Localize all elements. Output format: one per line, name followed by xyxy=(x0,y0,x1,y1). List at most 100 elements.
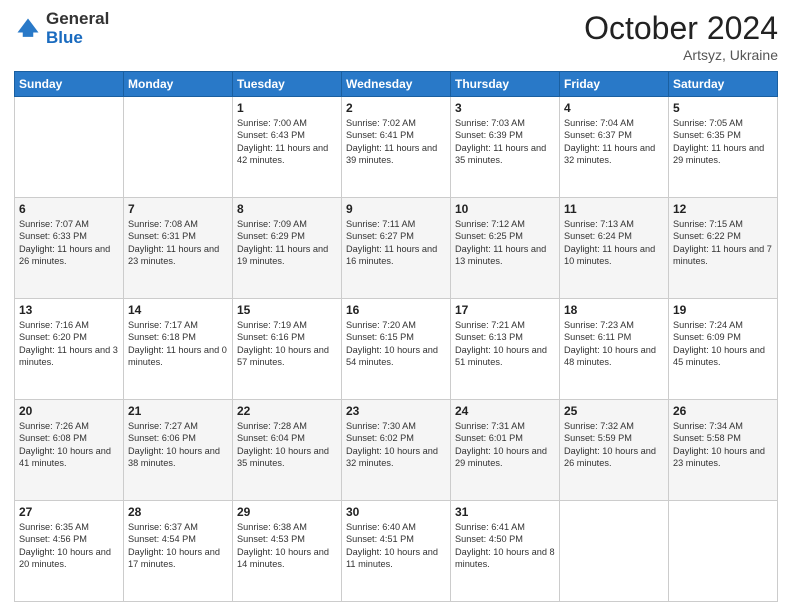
logo-text: General Blue xyxy=(46,10,109,47)
cell-5-6 xyxy=(560,501,669,602)
cell-info: Sunrise: 7:32 AM Sunset: 5:59 PM Dayligh… xyxy=(564,420,664,470)
cell-4-5: 24Sunrise: 7:31 AM Sunset: 6:01 PM Dayli… xyxy=(451,400,560,501)
cell-info: Sunrise: 7:28 AM Sunset: 6:04 PM Dayligh… xyxy=(237,420,337,470)
cell-info: Sunrise: 7:19 AM Sunset: 6:16 PM Dayligh… xyxy=(237,319,337,369)
cell-info: Sunrise: 6:35 AM Sunset: 4:56 PM Dayligh… xyxy=(19,521,119,571)
day-number: 26 xyxy=(673,404,773,418)
cell-info: Sunrise: 6:38 AM Sunset: 4:53 PM Dayligh… xyxy=(237,521,337,571)
cell-5-4: 30 Sunrise: 6:40 AM Sunset: 4:51 PM Dayli… xyxy=(342,501,451,602)
cell-info: Sunrise: 7:07 AM Sunset: 6:33 PM Dayligh… xyxy=(19,218,119,268)
cell-info: Sunrise: 7:04 AM Sunset: 6:37 PM Dayligh… xyxy=(564,117,664,167)
cell-1-7: 5 Sunrise: 7:05 AM Sunset: 6:35 PM Daylig… xyxy=(669,97,778,198)
cell-2-6: 11Sunrise: 7:13 AM Sunset: 6:24 PM Dayli… xyxy=(560,198,669,299)
day-number: 19 xyxy=(673,303,773,317)
logo-blue-text: Blue xyxy=(46,29,109,48)
cell-info: Sunrise: 6:40 AM Sunset: 4:51 PM Dayligh… xyxy=(346,521,446,571)
cell-info: Sunrise: 7:15 AM Sunset: 6:22 PM Dayligh… xyxy=(673,218,773,268)
cell-info: Sunrise: 7:03 AM Sunset: 6:39 PM Dayligh… xyxy=(455,117,555,167)
week-row-1: 1 Sunrise: 7:00 AM Sunset: 6:43 PM Daylig… xyxy=(15,97,778,198)
day-number: 1 xyxy=(237,101,337,115)
calendar-body: 1 Sunrise: 7:00 AM Sunset: 6:43 PM Daylig… xyxy=(15,97,778,602)
cell-info: Sunrise: 7:20 AM Sunset: 6:15 PM Dayligh… xyxy=(346,319,446,369)
day-number: 16 xyxy=(346,303,446,317)
day-number: 31 xyxy=(455,505,555,519)
cell-info: Sunrise: 7:02 AM Sunset: 6:41 PM Dayligh… xyxy=(346,117,446,167)
cell-1-2 xyxy=(124,97,233,198)
cell-2-2: 7 Sunrise: 7:08 AM Sunset: 6:31 PM Daylig… xyxy=(124,198,233,299)
logo-icon xyxy=(14,15,42,43)
cell-info: Sunrise: 7:17 AM Sunset: 6:18 PM Dayligh… xyxy=(128,319,228,369)
day-number: 6 xyxy=(19,202,119,216)
cell-3-5: 17Sunrise: 7:21 AM Sunset: 6:13 PM Dayli… xyxy=(451,299,560,400)
cell-3-4: 16 Sunrise: 7:20 AM Sunset: 6:15 PM Dayli… xyxy=(342,299,451,400)
day-number: 8 xyxy=(237,202,337,216)
cell-2-1: 6 Sunrise: 7:07 AM Sunset: 6:33 PM Daylig… xyxy=(15,198,124,299)
cell-3-3: 15 Sunrise: 7:19 AM Sunset: 6:16 PM Dayli… xyxy=(233,299,342,400)
col-wednesday: Wednesday xyxy=(342,72,451,97)
day-number: 17 xyxy=(455,303,555,317)
day-number: 25 xyxy=(564,404,664,418)
day-number: 21 xyxy=(128,404,228,418)
week-row-3: 13Sunrise: 7:16 AM Sunset: 6:20 PM Dayli… xyxy=(15,299,778,400)
cell-3-6: 18 Sunrise: 7:23 AM Sunset: 6:11 PM Dayli… xyxy=(560,299,669,400)
cell-info: Sunrise: 7:23 AM Sunset: 6:11 PM Dayligh… xyxy=(564,319,664,369)
cell-info: Sunrise: 7:08 AM Sunset: 6:31 PM Dayligh… xyxy=(128,218,228,268)
day-number: 10 xyxy=(455,202,555,216)
col-saturday: Saturday xyxy=(669,72,778,97)
col-monday: Monday xyxy=(124,72,233,97)
cell-3-1: 13Sunrise: 7:16 AM Sunset: 6:20 PM Dayli… xyxy=(15,299,124,400)
day-number: 2 xyxy=(346,101,446,115)
page: General Blue October 2024 Artsyz, Ukrain… xyxy=(0,0,792,612)
cell-4-3: 22 Sunrise: 7:28 AM Sunset: 6:04 PM Dayli… xyxy=(233,400,342,501)
cell-2-7: 12 Sunrise: 7:15 AM Sunset: 6:22 PM Dayli… xyxy=(669,198,778,299)
cell-2-5: 10 Sunrise: 7:12 AM Sunset: 6:25 PM Dayli… xyxy=(451,198,560,299)
cell-4-1: 20 Sunrise: 7:26 AM Sunset: 6:08 PM Dayli… xyxy=(15,400,124,501)
col-friday: Friday xyxy=(560,72,669,97)
cell-info: Sunrise: 7:26 AM Sunset: 6:08 PM Dayligh… xyxy=(19,420,119,470)
day-number: 7 xyxy=(128,202,228,216)
cell-info: Sunrise: 7:30 AM Sunset: 6:02 PM Dayligh… xyxy=(346,420,446,470)
day-number: 18 xyxy=(564,303,664,317)
cell-4-6: 25 Sunrise: 7:32 AM Sunset: 5:59 PM Dayli… xyxy=(560,400,669,501)
col-sunday: Sunday xyxy=(15,72,124,97)
cell-3-2: 14 Sunrise: 7:17 AM Sunset: 6:18 PM Dayli… xyxy=(124,299,233,400)
cell-1-5: 3 Sunrise: 7:03 AM Sunset: 6:39 PM Daylig… xyxy=(451,97,560,198)
calendar-header: Sunday Monday Tuesday Wednesday Thursday… xyxy=(15,72,778,97)
cell-info: Sunrise: 6:41 AM Sunset: 4:50 PM Dayligh… xyxy=(455,521,555,571)
cell-2-4: 9 Sunrise: 7:11 AM Sunset: 6:27 PM Daylig… xyxy=(342,198,451,299)
day-number: 14 xyxy=(128,303,228,317)
cell-info: Sunrise: 6:37 AM Sunset: 4:54 PM Dayligh… xyxy=(128,521,228,571)
cell-info: Sunrise: 7:05 AM Sunset: 6:35 PM Dayligh… xyxy=(673,117,773,167)
cell-3-7: 19Sunrise: 7:24 AM Sunset: 6:09 PM Dayli… xyxy=(669,299,778,400)
cell-4-2: 21Sunrise: 7:27 AM Sunset: 6:06 PM Dayli… xyxy=(124,400,233,501)
col-thursday: Thursday xyxy=(451,72,560,97)
day-number: 27 xyxy=(19,505,119,519)
header-row: Sunday Monday Tuesday Wednesday Thursday… xyxy=(15,72,778,97)
day-number: 5 xyxy=(673,101,773,115)
day-number: 13 xyxy=(19,303,119,317)
day-number: 20 xyxy=(19,404,119,418)
cell-info: Sunrise: 7:12 AM Sunset: 6:25 PM Dayligh… xyxy=(455,218,555,268)
cell-4-7: 26 Sunrise: 7:34 AM Sunset: 5:58 PM Dayli… xyxy=(669,400,778,501)
day-number: 9 xyxy=(346,202,446,216)
day-number: 28 xyxy=(128,505,228,519)
cell-5-3: 29Sunrise: 6:38 AM Sunset: 4:53 PM Dayli… xyxy=(233,501,342,602)
cell-2-3: 8 Sunrise: 7:09 AM Sunset: 6:29 PM Daylig… xyxy=(233,198,342,299)
cell-info: Sunrise: 7:11 AM Sunset: 6:27 PM Dayligh… xyxy=(346,218,446,268)
cell-info: Sunrise: 7:09 AM Sunset: 6:29 PM Dayligh… xyxy=(237,218,337,268)
day-number: 30 xyxy=(346,505,446,519)
cell-info: Sunrise: 7:00 AM Sunset: 6:43 PM Dayligh… xyxy=(237,117,337,167)
day-number: 12 xyxy=(673,202,773,216)
cell-info: Sunrise: 7:34 AM Sunset: 5:58 PM Dayligh… xyxy=(673,420,773,470)
col-tuesday: Tuesday xyxy=(233,72,342,97)
week-row-2: 6 Sunrise: 7:07 AM Sunset: 6:33 PM Daylig… xyxy=(15,198,778,299)
day-number: 23 xyxy=(346,404,446,418)
month-title: October 2024 xyxy=(584,10,778,47)
title-block: October 2024 Artsyz, Ukraine xyxy=(584,10,778,63)
day-number: 3 xyxy=(455,101,555,115)
day-number: 15 xyxy=(237,303,337,317)
cell-info: Sunrise: 7:13 AM Sunset: 6:24 PM Dayligh… xyxy=(564,218,664,268)
calendar-table: Sunday Monday Tuesday Wednesday Thursday… xyxy=(14,71,778,602)
cell-1-6: 4Sunrise: 7:04 AM Sunset: 6:37 PM Daylig… xyxy=(560,97,669,198)
day-number: 22 xyxy=(237,404,337,418)
